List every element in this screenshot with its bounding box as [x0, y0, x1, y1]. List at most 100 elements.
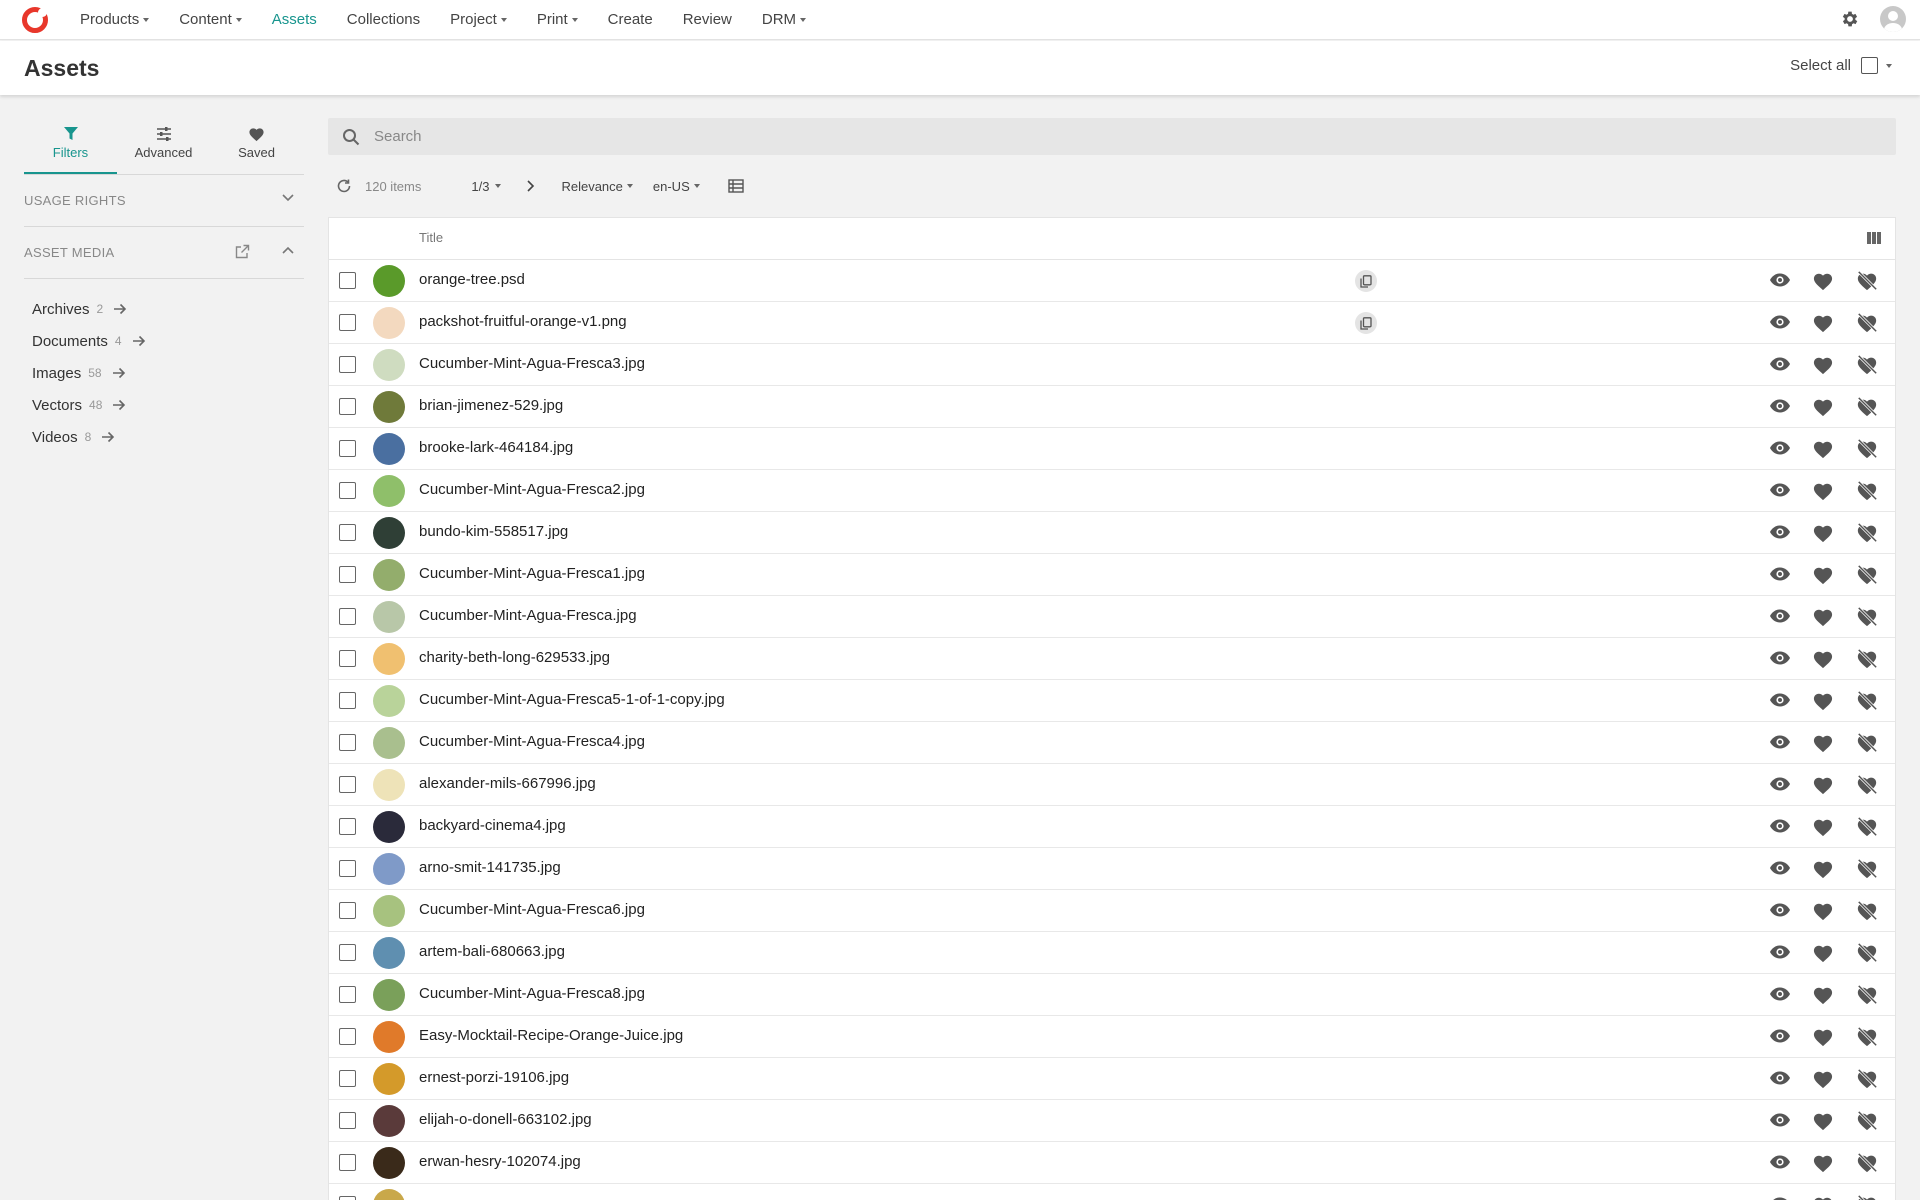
asset-title[interactable]: backyard-cinema4.jpg	[419, 817, 566, 834]
asset-title[interactable]: brian-jimenez-529.jpg	[419, 397, 563, 414]
heart-icon[interactable]	[1812, 985, 1834, 1005]
asset-thumbnail[interactable]	[373, 1189, 405, 1200]
eye-icon[interactable]	[1769, 818, 1791, 834]
nav-item-project[interactable]: Project	[450, 11, 507, 28]
heart-off-icon[interactable]	[1856, 522, 1878, 544]
heart-off-icon[interactable]	[1856, 270, 1878, 292]
usage-rights-section[interactable]: USAGE RIGHTS	[24, 175, 304, 227]
heart-icon[interactable]	[1812, 355, 1834, 375]
eye-icon[interactable]	[1769, 944, 1791, 960]
list-view-icon[interactable]	[728, 179, 744, 193]
row-checkbox[interactable]	[339, 692, 356, 709]
heart-off-icon[interactable]	[1856, 564, 1878, 586]
asset-title[interactable]: Cucumber-Mint-Agua-Fresca1.jpg	[419, 565, 645, 582]
table-row[interactable]: Cucumber-Mint-Agua-Fresca4.jpg	[329, 722, 1895, 764]
table-row[interactable]: Cucumber-Mint-Agua-Fresca1.jpg	[329, 554, 1895, 596]
asset-thumbnail[interactable]	[373, 853, 405, 885]
heart-off-icon[interactable]	[1856, 438, 1878, 460]
asset-title[interactable]: packshot-fruitful-orange-v1.png	[419, 313, 627, 330]
heart-off-icon[interactable]	[1856, 732, 1878, 754]
table-row[interactable]: charity-beth-long-629533.jpg	[329, 638, 1895, 680]
heart-icon[interactable]	[1812, 1027, 1834, 1047]
row-checkbox[interactable]	[339, 314, 356, 331]
tab-advanced[interactable]: Advanced	[117, 120, 210, 174]
asset-title[interactable]: elijah-o-donell-663102.jpg	[419, 1111, 592, 1128]
row-checkbox[interactable]	[339, 440, 356, 457]
eye-icon[interactable]	[1769, 440, 1791, 456]
eye-icon[interactable]	[1769, 692, 1791, 708]
heart-icon[interactable]	[1812, 1111, 1834, 1131]
media-item-images[interactable]: Images 58	[24, 357, 304, 389]
eye-icon[interactable]	[1769, 314, 1791, 330]
table-row[interactable]: elijah-o-donell-663102.jpg	[329, 1100, 1895, 1142]
heart-off-icon[interactable]	[1856, 1026, 1878, 1048]
select-all-dropdown-icon[interactable]	[1886, 63, 1892, 68]
heart-icon[interactable]	[1812, 1069, 1834, 1089]
heart-icon[interactable]	[1812, 691, 1834, 711]
heart-icon[interactable]	[1812, 943, 1834, 963]
heart-off-icon[interactable]	[1856, 648, 1878, 670]
arrow-right-icon[interactable]	[113, 303, 127, 315]
row-checkbox[interactable]	[339, 902, 356, 919]
open-external-icon[interactable]	[234, 244, 250, 260]
eye-icon[interactable]	[1769, 776, 1791, 792]
heart-icon[interactable]	[1812, 649, 1834, 669]
asset-thumbnail[interactable]	[373, 1063, 405, 1095]
tab-saved[interactable]: Saved	[210, 120, 303, 174]
heart-icon[interactable]	[1812, 439, 1834, 459]
row-checkbox[interactable]	[339, 734, 356, 751]
chevron-down-icon[interactable]	[282, 194, 294, 202]
row-checkbox[interactable]	[339, 566, 356, 583]
asset-title[interactable]: orange-tree.psd	[419, 271, 525, 288]
asset-title[interactable]: Cucumber-Mint-Agua-Fresca3.jpg	[419, 355, 645, 372]
heart-icon[interactable]	[1812, 817, 1834, 837]
row-checkbox[interactable]	[339, 986, 356, 1003]
tab-filters[interactable]: Filters	[24, 120, 117, 174]
select-all-checkbox[interactable]	[1861, 57, 1878, 74]
eye-icon[interactable]	[1769, 398, 1791, 414]
eye-icon[interactable]	[1769, 860, 1791, 876]
table-row[interactable]: Cucumber-Mint-Agua-Fresca.jpg	[329, 596, 1895, 638]
row-checkbox[interactable]	[339, 776, 356, 793]
heart-icon[interactable]	[1812, 271, 1834, 291]
nav-item-create[interactable]: Create	[608, 11, 653, 28]
row-checkbox[interactable]	[339, 944, 356, 961]
asset-thumbnail[interactable]	[373, 265, 405, 297]
asset-title[interactable]: alexander-mils-667996.jpg	[419, 775, 596, 792]
table-row[interactable]: alexander-mils-667996.jpg	[329, 764, 1895, 806]
heart-icon[interactable]	[1812, 1195, 1834, 1200]
nav-item-review[interactable]: Review	[683, 11, 732, 28]
heart-off-icon[interactable]	[1856, 816, 1878, 838]
asset-title[interactable]: brooke-lark-464184.jpg	[419, 439, 573, 456]
media-item-documents[interactable]: Documents 4	[24, 325, 304, 357]
heart-icon[interactable]	[1812, 313, 1834, 333]
asset-thumbnail[interactable]	[373, 601, 405, 633]
eye-icon[interactable]	[1769, 566, 1791, 582]
row-checkbox[interactable]	[339, 1196, 356, 1200]
row-checkbox[interactable]	[339, 356, 356, 373]
row-checkbox[interactable]	[339, 272, 356, 289]
table-row[interactable]: arno-smit-141735.jpg	[329, 848, 1895, 890]
table-row[interactable]: Cucumber-Mint-Agua-Fresca2.jpg	[329, 470, 1895, 512]
eye-icon[interactable]	[1769, 1070, 1791, 1086]
copy-icon[interactable]	[1355, 270, 1377, 292]
nav-item-print[interactable]: Print	[537, 11, 578, 28]
heart-off-icon[interactable]	[1856, 354, 1878, 376]
heart-off-icon[interactable]	[1856, 900, 1878, 922]
heart-icon[interactable]	[1812, 775, 1834, 795]
heart-icon[interactable]	[1812, 565, 1834, 585]
asset-thumbnail[interactable]	[373, 1147, 405, 1179]
table-row[interactable]: Easy-Mocktail-Recipe-Orange-Juice.jpg	[329, 1016, 1895, 1058]
heart-off-icon[interactable]	[1856, 858, 1878, 880]
heart-icon[interactable]	[1812, 397, 1834, 417]
asset-title[interactable]: Cucumber-Mint-Agua-Fresca5-1-of-1-copy.j…	[419, 691, 725, 708]
eye-icon[interactable]	[1769, 356, 1791, 372]
nav-item-drm[interactable]: DRM	[762, 11, 807, 28]
heart-off-icon[interactable]	[1856, 312, 1878, 334]
eye-icon[interactable]	[1769, 1154, 1791, 1170]
table-row[interactable]: brian-jimenez-529.jpg	[329, 386, 1895, 428]
heart-icon[interactable]	[1812, 481, 1834, 501]
chevron-up-icon[interactable]	[282, 246, 294, 254]
table-row[interactable]: orange-tree.psd	[329, 260, 1895, 302]
page-selector[interactable]: 1/3	[471, 179, 502, 194]
